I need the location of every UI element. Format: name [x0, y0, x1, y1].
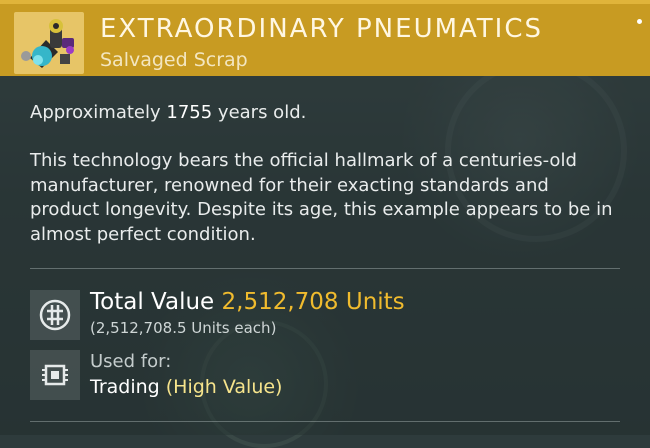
used-for-value: Trading (High Value): [90, 376, 282, 398]
units-currency-icon: [30, 290, 80, 340]
trade-chip-icon: [30, 350, 80, 400]
divider: [30, 421, 620, 422]
divider: [30, 268, 620, 269]
item-header: EXTRAORDINARY PNEUMATICS Salvaged Scrap: [0, 0, 650, 76]
indicator-dot: [637, 19, 642, 24]
total-value-label: Total Value: [90, 289, 215, 315]
item-description: This technology bears the official hallm…: [30, 150, 613, 245]
item-category: Salvaged Scrap: [100, 49, 248, 71]
usage-type: Trading: [90, 376, 160, 398]
item-title: EXTRAORDINARY PNEUMATICS: [100, 14, 544, 44]
usage-quality: (High Value): [165, 376, 283, 398]
age-value: 1755: [166, 102, 213, 123]
pneumatics-item-icon: [14, 12, 84, 74]
total-value: Total Value 2,512,708 Units: [90, 289, 405, 315]
used-for-label: Used for:: [90, 351, 172, 372]
age-prefix: Approximately: [30, 102, 161, 123]
unit-value: (2,512,708.5 Units each): [90, 319, 277, 337]
age-suffix: years old.: [217, 102, 307, 123]
item-age: Approximately 1755 years old.: [30, 101, 620, 126]
total-value-amount: 2,512,708 Units: [221, 289, 405, 315]
